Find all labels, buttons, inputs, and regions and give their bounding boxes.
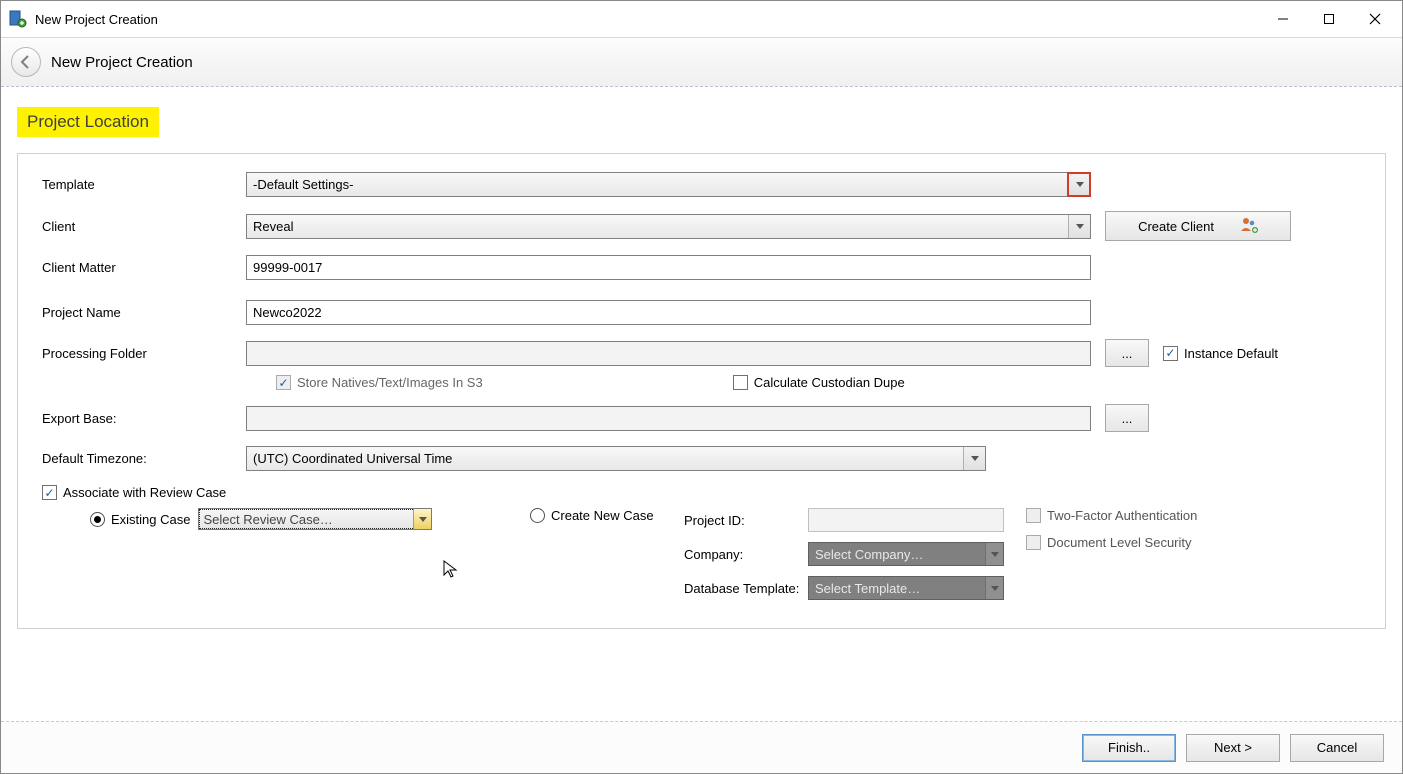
titlebar: New Project Creation — [1, 1, 1402, 37]
db-template-label: Database Template: — [684, 581, 808, 596]
add-user-icon — [1240, 216, 1258, 237]
select-review-case-dropdown[interactable]: Select Review Case… — [198, 508, 432, 530]
db-template-placeholder: Select Template… — [815, 581, 920, 596]
processing-folder-label: Processing Folder — [42, 346, 246, 361]
project-id-label: Project ID: — [684, 513, 808, 528]
finish-button[interactable]: Finish.. — [1082, 734, 1176, 762]
doc-security-label: Document Level Security — [1047, 535, 1192, 550]
store-natives-checkbox — [276, 375, 291, 390]
default-timezone-dropdown[interactable]: (UTC) Coordinated Universal Time — [246, 446, 986, 471]
associate-label: Associate with Review Case — [63, 485, 226, 500]
client-label: Client — [42, 219, 246, 234]
company-dropdown: Select Company… — [808, 542, 1004, 566]
db-template-dropdown: Select Template… — [808, 576, 1004, 600]
calc-dupe-checkbox[interactable] — [733, 375, 748, 390]
cancel-button[interactable]: Cancel — [1290, 734, 1384, 762]
wizard-header: New Project Creation — [1, 37, 1402, 87]
close-button[interactable] — [1352, 4, 1398, 34]
project-id-field — [808, 508, 1004, 532]
project-name-value: Newco2022 — [253, 305, 322, 320]
processing-folder-browse-button[interactable]: ... — [1105, 339, 1149, 367]
next-button[interactable]: Next > — [1186, 734, 1280, 762]
template-label: Template — [42, 177, 246, 192]
existing-case-radio[interactable] — [90, 512, 105, 527]
company-label: Company: — [684, 547, 808, 562]
two-factor-checkbox — [1026, 508, 1041, 523]
window-title: New Project Creation — [35, 12, 1260, 27]
template-dropdown[interactable]: -Default Settings- — [246, 172, 1091, 197]
client-dropdown[interactable]: Reveal — [246, 214, 1091, 239]
app-icon — [9, 10, 27, 28]
two-factor-label: Two-Factor Authentication — [1047, 508, 1197, 523]
create-client-label: Create Client — [1138, 219, 1214, 234]
section-title: Project Location — [17, 107, 159, 137]
client-matter-field[interactable]: 99999-0017 — [246, 255, 1091, 280]
client-value: Reveal — [253, 219, 293, 234]
template-value: -Default Settings- — [253, 177, 353, 192]
doc-security-checkbox — [1026, 535, 1041, 550]
client-matter-value: 99999-0017 — [253, 260, 322, 275]
chevron-down-icon — [985, 577, 1003, 599]
header-title: New Project Creation — [51, 54, 193, 71]
chevron-down-icon[interactable] — [963, 447, 985, 470]
default-timezone-value: (UTC) Coordinated Universal Time — [253, 451, 452, 466]
store-natives-label: Store Natives/Text/Images In S3 — [297, 375, 483, 390]
chevron-down-icon[interactable] — [413, 509, 431, 529]
project-name-label: Project Name — [42, 305, 246, 320]
create-new-case-label: Create New Case — [551, 508, 654, 523]
project-name-field[interactable]: Newco2022 — [246, 300, 1091, 325]
create-client-button[interactable]: Create Client — [1105, 211, 1291, 241]
instance-default-checkbox[interactable] — [1163, 346, 1178, 361]
client-matter-label: Client Matter — [42, 260, 246, 275]
select-review-placeholder: Select Review Case… — [203, 512, 332, 527]
chevron-down-icon[interactable] — [1068, 173, 1090, 196]
maximize-button[interactable] — [1306, 4, 1352, 34]
existing-case-label: Existing Case — [111, 512, 190, 527]
minimize-button[interactable] — [1260, 4, 1306, 34]
associate-checkbox[interactable] — [42, 485, 57, 500]
wizard-footer: Finish.. Next > Cancel — [1, 721, 1402, 773]
calc-dupe-label: Calculate Custodian Dupe — [754, 375, 905, 390]
chevron-down-icon[interactable] — [1068, 215, 1090, 238]
project-location-panel: Template -Default Settings- Client Revea… — [17, 153, 1386, 629]
company-placeholder: Select Company… — [815, 547, 923, 562]
instance-default-label: Instance Default — [1184, 346, 1278, 361]
export-base-label: Export Base: — [42, 411, 246, 426]
export-base-field — [246, 406, 1091, 431]
create-new-case-radio[interactable] — [530, 508, 545, 523]
default-timezone-label: Default Timezone: — [42, 451, 246, 466]
processing-folder-field — [246, 341, 1091, 366]
export-base-browse-button[interactable]: ... — [1105, 404, 1149, 432]
arrow-left-icon — [18, 54, 34, 70]
back-button[interactable] — [11, 47, 41, 77]
chevron-down-icon — [985, 543, 1003, 565]
